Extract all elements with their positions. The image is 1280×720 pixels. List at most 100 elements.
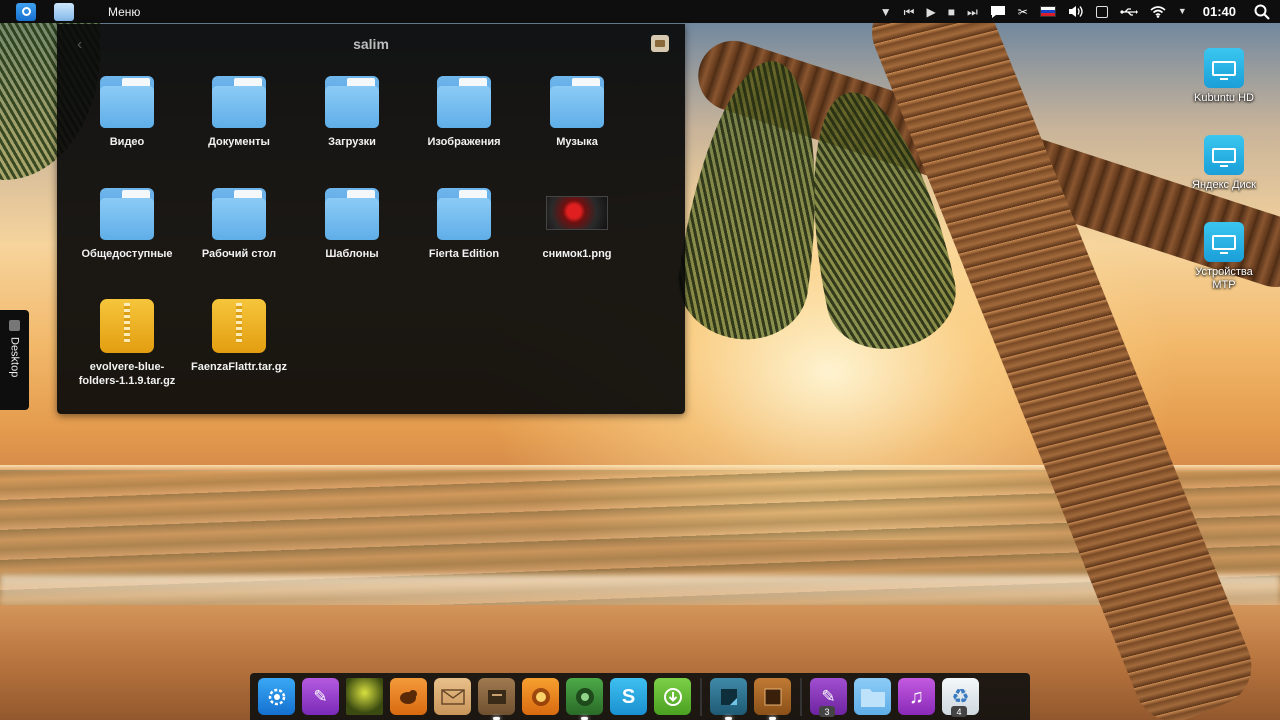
folder-launcher[interactable] — [854, 678, 891, 715]
folder-icon — [325, 186, 379, 240]
folder-icon — [100, 74, 154, 128]
folder-icon — [860, 688, 885, 707]
media-prev-icon[interactable]: ⏮ — [904, 6, 915, 18]
desktop-icon-yandex-disk[interactable]: Яндекс Диск — [1179, 135, 1269, 192]
folder-icon — [212, 186, 266, 240]
scissors-icon[interactable]: ✂ — [1018, 6, 1028, 18]
firefox-launcher[interactable] — [522, 678, 559, 715]
download-icon — [663, 687, 682, 706]
archive-file-item[interactable]: FaenzaFlattr.tar.gz — [183, 299, 295, 374]
folder-icon — [325, 74, 379, 128]
dock-separator — [700, 677, 702, 716]
archive-icon — [212, 299, 266, 353]
item-label: Музыка — [556, 136, 598, 148]
archive-file-item[interactable]: evolvere-blue-folders-1.1.9.tar.gz — [71, 299, 183, 388]
item-label: снимок1.png — [542, 248, 612, 260]
dropdown-arrow-icon[interactable]: ▼ — [880, 6, 892, 18]
brush-icon: ✎ — [313, 687, 328, 706]
item-label: Видео — [109, 136, 145, 148]
trash-launcher[interactable]: ♻ 4 — [942, 678, 979, 717]
skype-launcher[interactable]: S — [610, 678, 647, 715]
folder-icon — [550, 74, 604, 128]
folder-item[interactable]: Музыка — [521, 74, 633, 149]
search-icon[interactable] — [1254, 4, 1270, 20]
image-file-item[interactable]: снимок1.png — [521, 186, 633, 261]
desktop-icon — [9, 320, 20, 331]
top-panel: Меню ▼ ⏮ ▶ ■ ⏭ ✂ ▼ 01:40 — [0, 0, 1280, 23]
drawer-icon — [487, 689, 506, 704]
folder-item[interactable]: Рабочий стол — [183, 186, 295, 261]
item-label: Загрузки — [328, 136, 376, 148]
folder-icon — [212, 74, 266, 128]
item-label: Fierta Edition — [428, 248, 500, 260]
firefox-icon — [531, 687, 550, 706]
flag-ru-icon[interactable] — [1039, 6, 1056, 17]
chrome-launcher[interactable] — [566, 678, 603, 720]
wallpaper-viewer-launcher[interactable] — [346, 678, 383, 715]
folder-item[interactable]: Общедоступные — [71, 186, 183, 261]
gear-icon — [268, 688, 285, 705]
drive-icon — [1204, 48, 1244, 88]
folder-view-widget: ‹ salim Видео Документы Загрузки Изображ… — [57, 24, 685, 414]
download-manager-launcher[interactable] — [654, 678, 691, 715]
recycle-icon: ♻ — [951, 685, 970, 708]
media-next-icon[interactable]: ⏭ — [967, 6, 978, 18]
chat-bird-launcher[interactable] — [390, 678, 427, 715]
open-folder-icon[interactable] — [651, 35, 669, 52]
mail-launcher[interactable] — [434, 678, 471, 715]
chat-icon[interactable] — [990, 5, 1006, 19]
window-count-badge: 4 — [951, 706, 967, 717]
window-icon — [764, 688, 781, 705]
folder-item[interactable]: Загрузки — [296, 74, 408, 149]
folder-item[interactable]: Видео — [71, 74, 183, 149]
folder-view-title: salim — [353, 36, 389, 52]
item-label: Общедоступные — [81, 248, 173, 260]
folder-view-header: ‹ salim — [57, 24, 685, 64]
desktop-icon-label: Kubuntu HD — [1194, 92, 1254, 104]
checkbox-icon[interactable] — [1095, 5, 1108, 18]
window-launcher-blue[interactable] — [710, 678, 747, 720]
media-play-icon[interactable]: ▶ — [926, 6, 935, 18]
folder-icon — [437, 74, 491, 128]
desktop-toolbox-tab[interactable]: Desktop — [0, 310, 29, 410]
bird-icon — [399, 689, 417, 704]
dropdown-arrow-icon[interactable]: ▼ — [1178, 7, 1187, 16]
pencil-icon: ✎ — [821, 687, 836, 706]
image-thumbnail — [546, 196, 608, 230]
dock-separator — [800, 677, 802, 716]
desktop-icon-label: Устройства MTP — [1195, 266, 1253, 291]
item-label: FaenzaFlattr.tar.gz — [191, 361, 287, 373]
window-launcher-brown[interactable] — [754, 678, 791, 720]
envelope-icon — [440, 688, 465, 705]
launcher-icon[interactable] — [16, 2, 36, 21]
chrome-icon — [575, 687, 594, 706]
wifi-icon[interactable] — [1150, 5, 1166, 18]
volume-icon[interactable] — [1068, 5, 1084, 18]
clock[interactable]: 01:40 — [1203, 4, 1236, 19]
drive-icon — [1204, 135, 1244, 175]
item-label: Рабочий стол — [201, 248, 277, 260]
item-label: evolvere-blue-folders-1.1.9.tar.gz — [78, 361, 176, 387]
folder-item[interactable]: Документы — [183, 74, 295, 149]
item-label: Документы — [208, 136, 270, 148]
file-manager-launcher[interactable] — [478, 678, 515, 720]
drive-icon — [1204, 222, 1244, 262]
menu-button[interactable]: Меню — [108, 5, 140, 19]
music-note-icon: ♫ — [909, 685, 924, 708]
folder-item[interactable]: Изображения — [408, 74, 520, 149]
folder-item[interactable]: Fierta Edition — [408, 186, 520, 261]
usb-icon[interactable] — [1120, 7, 1138, 17]
dock: ✎ S ✎ 3 ♫ ♻ 4 — [250, 673, 1030, 720]
paint-launcher[interactable]: ✎ — [302, 678, 339, 715]
folder-item[interactable]: Шаблоны — [296, 186, 408, 261]
graphics-editor-launcher[interactable]: ✎ 3 — [810, 678, 847, 717]
back-arrow-icon[interactable]: ‹ — [77, 36, 82, 54]
media-stop-icon[interactable]: ■ — [948, 6, 955, 18]
window-icon — [720, 688, 737, 705]
music-launcher[interactable]: ♫ — [898, 678, 935, 715]
desktop-icon-kubuntu-hd[interactable]: Kubuntu HD — [1179, 48, 1269, 105]
skype-icon: S — [621, 685, 636, 708]
system-settings-launcher[interactable] — [258, 678, 295, 715]
files-icon[interactable] — [54, 2, 74, 21]
desktop-icon-mtp-devices[interactable]: Устройства MTP — [1179, 222, 1269, 292]
